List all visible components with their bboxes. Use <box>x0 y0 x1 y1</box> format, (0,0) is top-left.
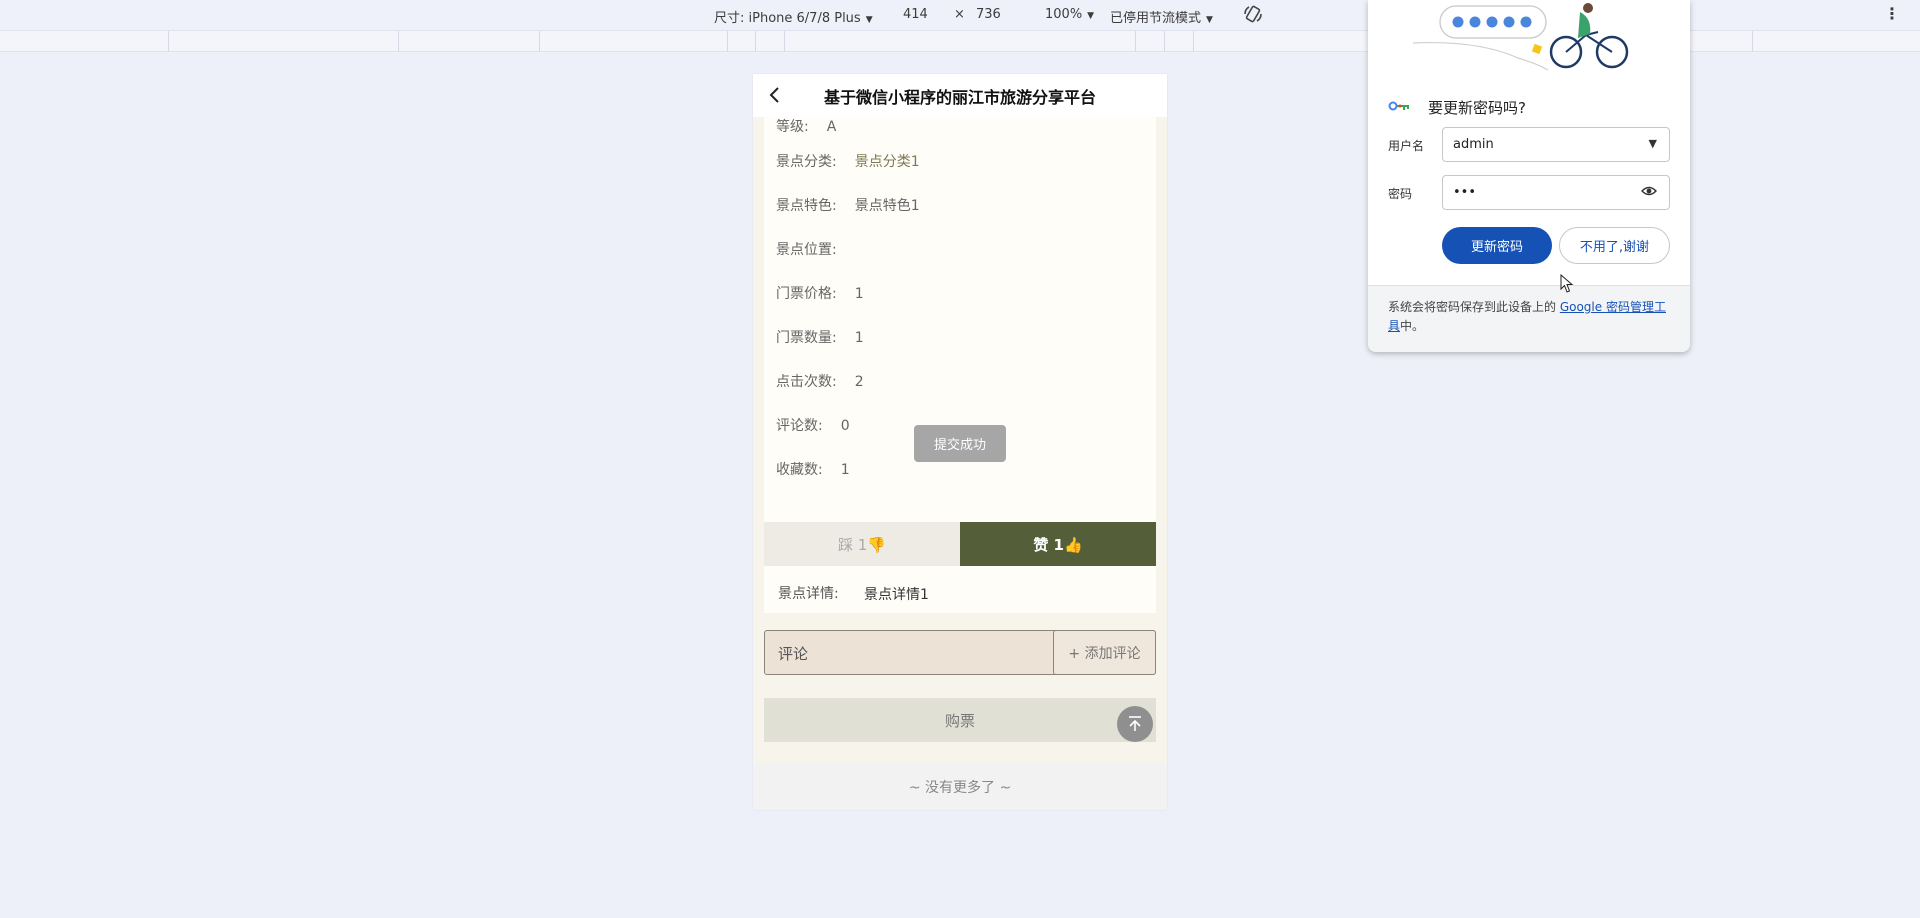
info-row-favorites: 收藏数: 1 <box>776 459 850 479</box>
popup-header: 要更新密码吗? <box>1388 97 1526 118</box>
info-label: 门票数量: <box>776 330 837 346</box>
detail-label: 景点详情: <box>778 586 839 602</box>
comment-bar: 评论 + 添加评论 <box>764 630 1156 675</box>
info-row-location: 景点位置: <box>776 239 855 259</box>
chevron-down-icon: ▼ <box>1648 137 1657 150</box>
info-value: 1 <box>854 286 864 302</box>
back-to-top-icon[interactable] <box>1117 706 1153 742</box>
vote-bar: 踩 1👎 赞 1👍 <box>764 522 1156 566</box>
add-comment-button[interactable]: + 添加评论 <box>1053 630 1156 675</box>
zoom-select[interactable]: 100% ▼ <box>1045 7 1094 22</box>
eye-icon[interactable] <box>1641 184 1657 201</box>
info-card: 等级: A 景点分类: 景点分类1 景点特色: 景点特色1 景点位置: 门票价格: 1 … <box>764 117 1156 571</box>
like-button[interactable]: 赞 1👍 <box>960 522 1156 566</box>
mouse-cursor-icon <box>1560 274 1574 293</box>
no-more-footer: ~ 没有更多了 ~ <box>753 764 1167 810</box>
info-value: 1 <box>840 462 850 478</box>
more-options-icon[interactable]: ⋮ <box>1884 4 1900 23</box>
info-label: 景点分类: <box>776 154 837 170</box>
popup-footer: 系统会将密码保存到此设备上的 Google 密码管理工具中。 <box>1368 285 1690 352</box>
footer-end: 中。 <box>1400 319 1425 333</box>
times-sign: × <box>954 7 965 22</box>
throttle-select[interactable]: 已停用节流模式 ▼ <box>1110 7 1213 26</box>
password-value: ••• <box>1453 185 1477 200</box>
info-row-comments: 评论数: 0 <box>776 415 850 435</box>
info-label: 景点位置: <box>776 242 837 258</box>
back-arrow-icon[interactable] <box>767 85 783 105</box>
popup-title: 要更新密码吗? <box>1428 99 1526 117</box>
info-label: 评论数: <box>776 418 823 434</box>
cyclist-illustration-icon <box>1412 3 1629 71</box>
info-value: 1 <box>854 330 864 346</box>
detail-value: 景点详情1 <box>864 587 929 603</box>
chevron-down-icon: ▼ <box>865 15 873 25</box>
password-update-popup: 要更新密码吗? 用户名 admin ▼ 密码 ••• 更新密码 不用了,谢谢 系… <box>1368 0 1690 352</box>
zoom-label: 100% <box>1045 7 1083 22</box>
info-row-quantity: 门票数量: 1 <box>776 327 864 347</box>
password-field[interactable]: ••• <box>1442 175 1670 210</box>
update-password-button[interactable]: 更新密码 <box>1442 227 1552 264</box>
chevron-down-icon: ▼ <box>1087 11 1095 21</box>
info-label: 门票价格: <box>776 286 837 302</box>
page-title: 基于微信小程序的丽江市旅游分享平台 <box>823 87 1096 107</box>
info-label: 景点特色: <box>776 198 837 214</box>
info-row-feature: 景点特色: 景点特色1 <box>776 195 920 215</box>
toast-message: 提交成功 <box>914 425 1006 462</box>
info-label: 收藏数: <box>776 462 823 478</box>
info-value: 景点分类1 <box>854 154 920 170</box>
footer-text: 系统会将密码保存到此设备上的 <box>1388 300 1560 314</box>
username-value: admin <box>1453 137 1494 152</box>
device-label: 尺寸: iPhone 6/7/8 Plus <box>714 11 861 26</box>
phone-viewport: 基于微信小程序的丽江市旅游分享平台 等级: A 景点分类: 景点分类1 景点特色: 景… <box>753 74 1167 810</box>
info-row-category: 景点分类: 景点分类1 <box>776 151 920 171</box>
info-value: 0 <box>840 418 850 434</box>
info-label: 等级: <box>776 119 809 135</box>
dislike-button[interactable]: 踩 1👎 <box>764 522 960 566</box>
info-value: 2 <box>854 374 864 390</box>
width-input[interactable]: 414 <box>903 7 928 22</box>
info-label: 点击次数: <box>776 374 837 390</box>
device-select[interactable]: 尺寸: iPhone 6/7/8 Plus ▼ <box>714 7 873 26</box>
detail-row: 景点详情: 景点详情1 <box>764 571 1156 613</box>
password-label: 密码 <box>1388 187 1413 201</box>
nav-bar: 基于微信小程序的丽江市旅游分享平台 <box>753 74 1167 117</box>
info-row-clicks: 点击次数: 2 <box>776 371 864 391</box>
info-row-price: 门票价格: 1 <box>776 283 864 303</box>
buy-ticket-button[interactable]: 购票 <box>764 698 1156 742</box>
key-icon <box>1388 98 1412 117</box>
height-input[interactable]: 736 <box>976 7 1001 22</box>
comment-label: 评论 <box>778 645 809 663</box>
username-select[interactable]: admin ▼ <box>1442 127 1670 162</box>
info-value: A <box>826 119 837 135</box>
username-label: 用户名 <box>1388 139 1425 153</box>
dismiss-button[interactable]: 不用了,谢谢 <box>1559 227 1670 264</box>
info-row-level: 等级: A <box>776 116 836 136</box>
chevron-down-icon: ▼ <box>1206 15 1213 25</box>
throttle-label: 已停用节流模式 <box>1110 11 1202 26</box>
rotate-icon[interactable] <box>1243 4 1263 28</box>
info-value: 景点特色1 <box>854 198 920 214</box>
